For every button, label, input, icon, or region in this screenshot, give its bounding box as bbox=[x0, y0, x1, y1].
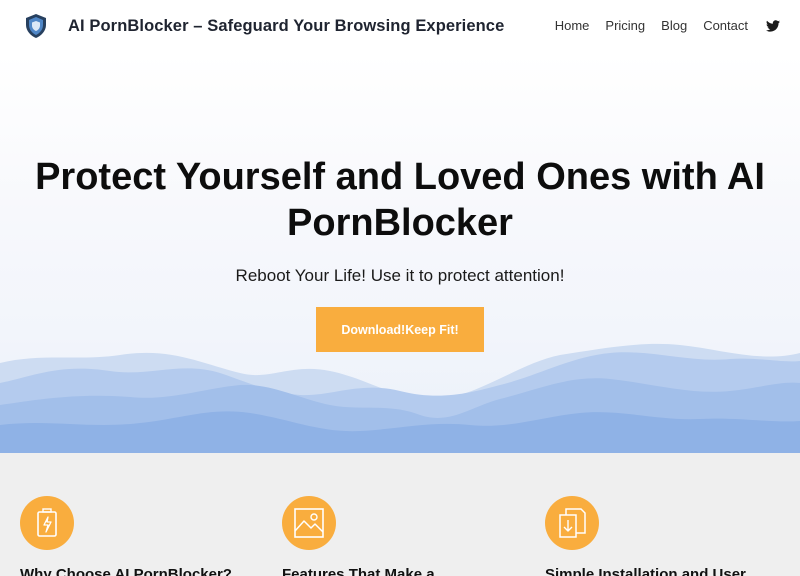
hero-title: Protect Yourself and Loved Ones with AI … bbox=[35, 156, 765, 244]
hero-subtitle: Reboot Your Life! Use it to protect atte… bbox=[235, 266, 565, 285]
features-section: Why Choose AI PornBlocker? Features That… bbox=[0, 453, 800, 576]
feature-card: Why Choose AI PornBlocker? bbox=[20, 496, 260, 576]
main-nav: Home Pricing Blog Contact bbox=[555, 18, 780, 33]
site-title[interactable]: AI PornBlocker – Safeguard Your Browsing… bbox=[68, 17, 504, 36]
nav-pricing[interactable]: Pricing bbox=[605, 18, 645, 33]
image-icon bbox=[282, 496, 336, 550]
feature-title: Simple Installation and User bbox=[545, 566, 746, 576]
feature-title: Why Choose AI PornBlocker? bbox=[20, 566, 232, 576]
download-button[interactable]: Download!Keep Fit! bbox=[316, 307, 484, 352]
feature-title: Features That Make a bbox=[282, 566, 435, 576]
site-header: AI PornBlocker – Safeguard Your Browsing… bbox=[0, 0, 800, 54]
shield-icon[interactable] bbox=[24, 13, 48, 39]
twitter-icon[interactable] bbox=[766, 19, 780, 32]
nav-blog[interactable]: Blog bbox=[661, 18, 687, 33]
download-file-icon bbox=[545, 496, 599, 550]
hero-section: Protect Yourself and Loved Ones with AI … bbox=[0, 54, 800, 453]
battery-icon bbox=[20, 496, 74, 550]
nav-contact[interactable]: Contact bbox=[703, 18, 748, 33]
feature-card: Simple Installation and User bbox=[545, 496, 785, 576]
feature-card: Features That Make a bbox=[282, 496, 522, 576]
nav-home[interactable]: Home bbox=[555, 18, 590, 33]
